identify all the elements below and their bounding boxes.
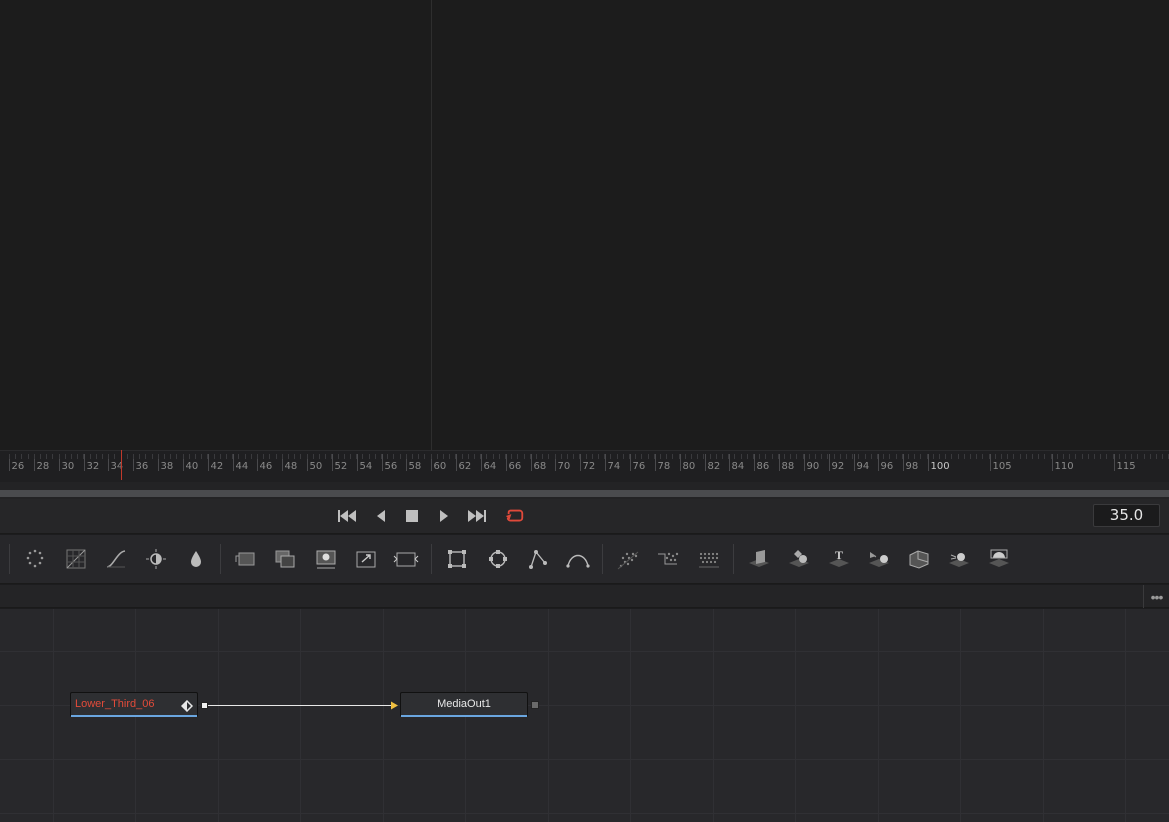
toolbar-separator	[733, 544, 734, 574]
color-corrector-icon[interactable]	[63, 546, 89, 572]
ruler-label: 68	[533, 461, 547, 472]
more-options-icon[interactable]: •••	[1143, 585, 1169, 608]
ruler-label: 78	[657, 461, 671, 472]
node-label: MediaOut1	[437, 698, 491, 710]
ruler-label: 64	[483, 461, 497, 472]
polygon-mask-icon[interactable]	[525, 546, 551, 572]
ruler-label: 90	[806, 461, 820, 472]
ruler-label: 40	[185, 461, 199, 472]
fusion-page: 26 28 30 32 34 36 38 40 42 44 46 48 50 52 54 56 58 60 62 64…	[0, 0, 1169, 822]
output-port[interactable]	[201, 702, 208, 709]
p-render-icon[interactable]	[655, 546, 681, 572]
light-3d-icon[interactable]	[946, 546, 972, 572]
output-port[interactable]	[531, 701, 539, 709]
ruler-label: 60	[433, 461, 447, 472]
ruler-label: 98	[905, 461, 919, 472]
ruler-label: 32	[86, 461, 100, 472]
shape-3d-icon[interactable]	[746, 546, 772, 572]
node-editor-header: •••	[0, 585, 1169, 608]
matte-control-icon[interactable]	[313, 546, 339, 572]
node-editor[interactable]: Lower_Third_06 MediaOut1	[0, 609, 1169, 822]
playhead[interactable]	[121, 450, 122, 480]
node-underline	[401, 715, 527, 717]
stop-icon[interactable]	[402, 507, 422, 525]
toolbar-separator	[9, 544, 10, 574]
ruler-label: 52	[334, 461, 348, 472]
brightness-contrast-icon[interactable]	[143, 546, 169, 572]
ruler-label: 74	[607, 461, 621, 472]
ellipse-mask-icon[interactable]	[485, 546, 511, 572]
merge-icon[interactable]	[272, 546, 298, 572]
merge-3d-icon[interactable]	[786, 546, 812, 572]
render-range-bar[interactable]	[0, 490, 1169, 497]
toolbar-separator	[602, 544, 603, 574]
ruler-label: 82	[707, 461, 721, 472]
ruler-label: 62	[458, 461, 472, 472]
ruler-label: 50	[309, 461, 323, 472]
ruler-label: 76	[632, 461, 646, 472]
ruler-label: 86	[756, 461, 770, 472]
ruler-label: 30	[61, 461, 75, 472]
ruler-label: 46	[259, 461, 273, 472]
toolbar-separator	[431, 544, 432, 574]
svg-text:T: T	[835, 548, 843, 562]
ruler-label: 96	[880, 461, 894, 472]
ruler-label: 48	[284, 461, 298, 472]
ruler-label: 100	[930, 461, 950, 472]
camera-3d-icon[interactable]	[866, 546, 892, 572]
ruler-label: 105	[992, 461, 1012, 472]
renderer-3d-icon[interactable]	[906, 546, 932, 572]
viewer-right[interactable]	[432, 0, 1169, 450]
connection-arrow	[391, 701, 398, 710]
ruler-label: 44	[235, 461, 249, 472]
particles-icon[interactable]	[22, 546, 48, 572]
tools-toolbar: T	[0, 535, 1169, 584]
ruler-label: 58	[408, 461, 422, 472]
image-plane-3d-icon[interactable]	[986, 546, 1012, 572]
bspline-mask-icon[interactable]	[565, 546, 591, 572]
viewer-left[interactable]	[0, 0, 431, 450]
ruler-label: 42	[210, 461, 224, 472]
ruler-label: 26	[11, 461, 25, 472]
p-directional-icon[interactable]	[696, 546, 722, 572]
play-forward-icon[interactable]	[434, 507, 454, 525]
ruler-label: 72	[582, 461, 596, 472]
background-icon[interactable]	[232, 546, 258, 572]
go-to-end-icon[interactable]	[467, 507, 487, 525]
time-ruler[interactable]: 26 28 30 32 34 36 38 40 42 44 46 48 50 52 54 56 58 60 62 64…	[0, 450, 1169, 482]
ruler-label: 84	[731, 461, 745, 472]
transport-controls: 35.0	[0, 499, 1169, 534]
ruler-label: 28	[36, 461, 50, 472]
transform-icon[interactable]	[353, 546, 379, 572]
curves-icon[interactable]	[103, 546, 129, 572]
node-media-out[interactable]: MediaOut1	[400, 692, 528, 717]
ruler-label: 94	[856, 461, 870, 472]
ruler-label: 115	[1116, 461, 1136, 472]
resize-icon[interactable]	[393, 546, 419, 572]
ruler-label: 56	[384, 461, 398, 472]
ruler-label: 54	[359, 461, 373, 472]
ruler-label: 66	[508, 461, 522, 472]
go-to-start-icon[interactable]	[337, 507, 357, 525]
p-emitter-icon[interactable]	[615, 546, 641, 572]
ruler-label: 36	[135, 461, 149, 472]
ruler-label: 80	[682, 461, 696, 472]
ruler-label: 70	[557, 461, 571, 472]
play-reverse-icon[interactable]	[371, 507, 391, 525]
current-time-field[interactable]: 35.0	[1093, 504, 1160, 527]
ruler-label: 110	[1054, 461, 1074, 472]
rectangle-mask-icon[interactable]	[444, 546, 470, 572]
ruler-label: 38	[160, 461, 174, 472]
node-underline	[71, 715, 197, 717]
blur-icon[interactable]	[183, 546, 209, 572]
text-3d-icon[interactable]: T	[826, 546, 852, 572]
ruler-label: 88	[781, 461, 795, 472]
node-lower-third[interactable]: Lower_Third_06	[70, 692, 198, 717]
loop-icon[interactable]	[505, 507, 525, 525]
toolbar-separator	[220, 544, 221, 574]
ruler-label: 92	[831, 461, 845, 472]
node-label: Lower_Third_06	[75, 698, 155, 710]
